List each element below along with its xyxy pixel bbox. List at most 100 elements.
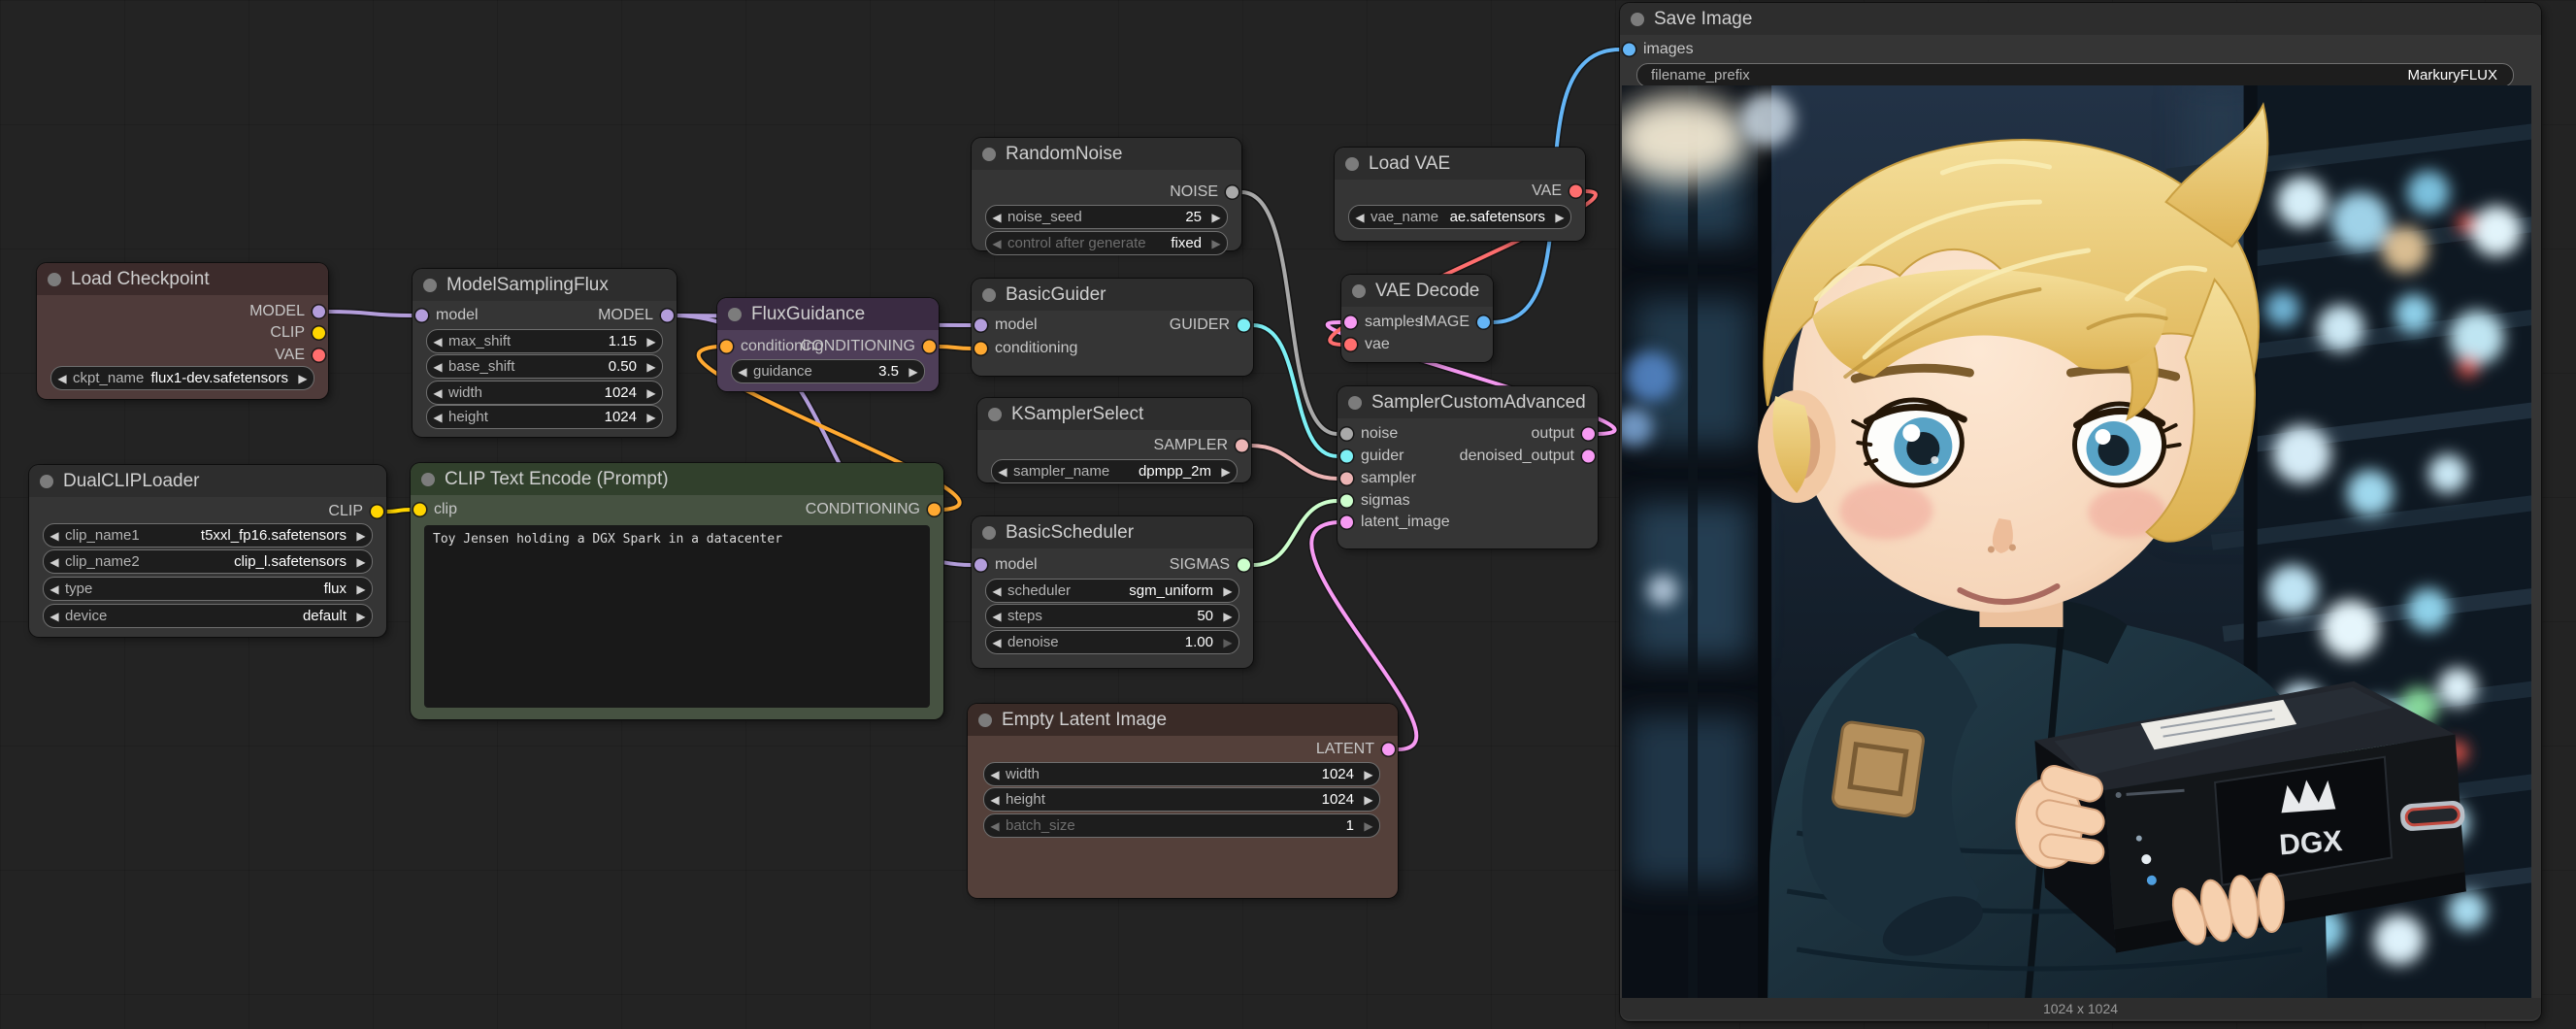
latent-output-port[interactable]	[1382, 744, 1395, 756]
collapse-dot[interactable]	[423, 279, 437, 292]
node-header[interactable]: Save Image	[1620, 3, 2541, 35]
node-basic-scheduler[interactable]: BasicScheduler model SIGMAS scheduler sg…	[972, 516, 1253, 668]
node-header[interactable]: Load VAE	[1335, 148, 1585, 180]
node-model-sampling-flux[interactable]: ModelSamplingFlux model MODEL max_shift …	[413, 269, 677, 437]
clip-name1-widget[interactable]: clip_name1 t5xxl_fp16.safetensors	[43, 523, 373, 548]
node-dual-clip-loader[interactable]: DualCLIPLoader CLIP clip_name1 t5xxl_fp1…	[29, 465, 386, 637]
collapse-dot[interactable]	[40, 475, 53, 488]
prev-arrow[interactable]	[44, 610, 65, 623]
guider-input-port[interactable]	[1340, 450, 1353, 463]
next-arrow[interactable]	[1217, 636, 1238, 649]
conditioning-input-port[interactable]	[974, 343, 987, 355]
node-graph-canvas[interactable]: Load Checkpoint MODEL CLIP VAE ckpt_name…	[0, 0, 2576, 1029]
sigmas-output-port[interactable]	[1238, 559, 1250, 572]
next-arrow[interactable]	[1358, 768, 1379, 781]
denoise-widget[interactable]: denoise 1.00	[985, 630, 1239, 654]
prev-arrow[interactable]	[984, 768, 1006, 781]
prev-arrow[interactable]	[1349, 211, 1371, 224]
collapse-dot[interactable]	[982, 526, 996, 540]
height-widget[interactable]: height 1024	[426, 405, 663, 429]
next-arrow[interactable]	[350, 555, 372, 569]
node-header[interactable]: SamplerCustomAdvanced	[1338, 386, 1598, 418]
node-random-noise[interactable]: RandomNoise NOISE noise_seed 25 control …	[972, 138, 1241, 250]
prev-arrow[interactable]	[986, 237, 1007, 250]
collapse-dot[interactable]	[48, 273, 61, 286]
sigmas-input-port[interactable]	[1340, 495, 1353, 508]
steps-widget[interactable]: steps 50	[985, 604, 1239, 628]
sampler-input-port[interactable]	[1340, 473, 1353, 485]
next-arrow[interactable]	[1358, 819, 1379, 833]
device-widget[interactable]: device default	[43, 604, 373, 628]
node-header[interactable]: FluxGuidance	[717, 298, 939, 330]
node-sampler-custom-advanced[interactable]: SamplerCustomAdvanced noise output guide…	[1338, 386, 1598, 548]
sampler-output-port[interactable]	[1236, 440, 1248, 452]
samples-input-port[interactable]	[1344, 316, 1357, 329]
prev-arrow[interactable]	[732, 365, 753, 379]
node-basic-guider[interactable]: BasicGuider model GUIDER conditioning	[972, 279, 1253, 376]
scheduler-widget[interactable]: scheduler sgm_uniform	[985, 579, 1239, 603]
next-arrow[interactable]	[641, 411, 662, 424]
prev-arrow[interactable]	[984, 819, 1006, 833]
next-arrow[interactable]	[641, 335, 662, 349]
node-clip-text-encode[interactable]: CLIP Text Encode (Prompt) clip CONDITION…	[411, 463, 943, 719]
guider-output-port[interactable]	[1238, 319, 1250, 332]
width-widget[interactable]: width 1024	[983, 762, 1380, 786]
node-ksampler-select[interactable]: KSamplerSelect SAMPLER sampler_name dpmp…	[977, 398, 1251, 482]
prev-arrow[interactable]	[44, 582, 65, 596]
collapse-dot[interactable]	[982, 148, 996, 161]
denoised-output-port[interactable]	[1582, 450, 1595, 463]
next-arrow[interactable]	[350, 610, 372, 623]
next-arrow[interactable]	[641, 360, 662, 374]
next-arrow[interactable]	[292, 372, 314, 385]
collapse-dot[interactable]	[1345, 157, 1359, 171]
prev-arrow[interactable]	[986, 211, 1007, 224]
control-after-generate-widget[interactable]: control after generate fixed	[985, 231, 1228, 255]
conditioning-output-port[interactable]	[928, 504, 941, 516]
prev-arrow[interactable]	[44, 555, 65, 569]
filename-prefix-widget[interactable]: filename_prefix MarkuryFLUX	[1636, 63, 2514, 87]
conditioning-output-port[interactable]	[923, 341, 936, 353]
node-header[interactable]: Empty Latent Image	[968, 704, 1398, 736]
vae-input-port[interactable]	[1344, 339, 1357, 351]
prev-arrow[interactable]	[51, 372, 73, 385]
images-input-port[interactable]	[1623, 44, 1635, 56]
noise-output-port[interactable]	[1226, 186, 1238, 199]
node-flux-guidance[interactable]: FluxGuidance conditioning CONDITIONING g…	[717, 298, 939, 391]
node-header[interactable]: Load Checkpoint	[37, 263, 328, 295]
prev-arrow[interactable]	[427, 386, 448, 400]
node-load-vae[interactable]: Load VAE VAE vae_name ae.safetensors	[1335, 148, 1585, 241]
model-output-port[interactable]	[313, 306, 325, 318]
batch-size-widget[interactable]: batch_size 1	[983, 813, 1380, 838]
collapse-dot[interactable]	[421, 473, 435, 486]
collapse-dot[interactable]	[1348, 396, 1362, 410]
max-shift-widget[interactable]: max_shift 1.15	[426, 329, 663, 353]
prev-arrow[interactable]	[986, 610, 1007, 623]
sampler-name-widget[interactable]: sampler_name dpmpp_2m	[991, 459, 1238, 483]
next-arrow[interactable]	[1549, 211, 1570, 224]
height-widget[interactable]: height 1024	[983, 787, 1380, 812]
collapse-dot[interactable]	[982, 288, 996, 302]
prompt-textarea[interactable]: Toy Jensen holding a DGX Spark in a data…	[424, 525, 930, 708]
latent-image-input-port[interactable]	[1340, 516, 1353, 529]
next-arrow[interactable]	[350, 582, 372, 596]
output-port[interactable]	[1582, 428, 1595, 441]
prev-arrow[interactable]	[44, 529, 65, 543]
model-input-port[interactable]	[415, 310, 428, 322]
next-arrow[interactable]	[641, 386, 662, 400]
node-empty-latent-image[interactable]: Empty Latent Image LATENT width 1024 hei…	[968, 704, 1398, 898]
base-shift-widget[interactable]: base_shift 0.50	[426, 354, 663, 379]
node-vae-decode[interactable]: VAE Decode samples IMAGE vae	[1341, 275, 1493, 362]
next-arrow[interactable]	[350, 529, 372, 543]
conditioning-input-port[interactable]	[720, 341, 733, 353]
prev-arrow[interactable]	[986, 636, 1007, 649]
vae-output-port[interactable]	[1569, 185, 1582, 198]
next-arrow[interactable]	[1215, 465, 1237, 479]
model-output-port[interactable]	[661, 310, 674, 322]
prev-arrow[interactable]	[986, 584, 1007, 598]
node-header[interactable]: RandomNoise	[972, 138, 1241, 170]
next-arrow[interactable]	[1358, 793, 1379, 807]
collapse-dot[interactable]	[978, 714, 992, 727]
next-arrow[interactable]	[1205, 211, 1227, 224]
next-arrow[interactable]	[1217, 610, 1238, 623]
node-header[interactable]: CLIP Text Encode (Prompt)	[411, 463, 943, 495]
